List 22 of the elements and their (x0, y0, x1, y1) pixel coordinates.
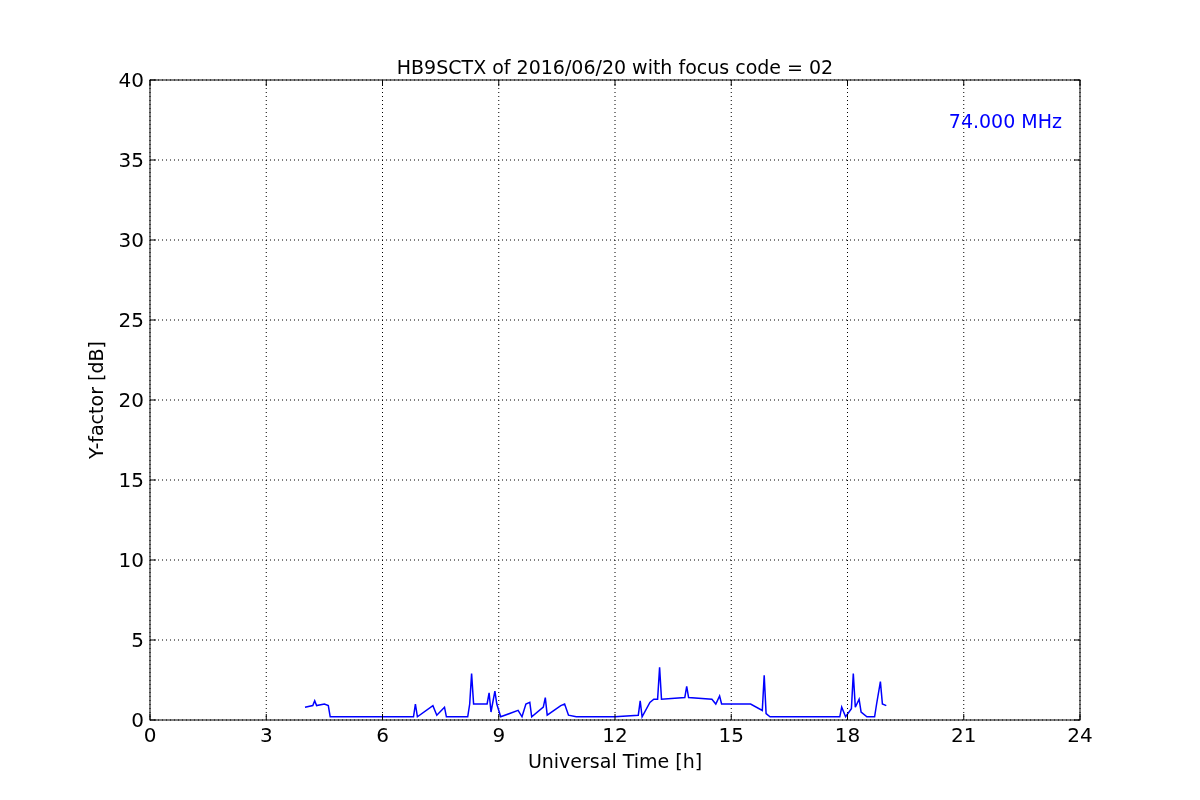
series-label: 74.000 MHz (948, 110, 1062, 132)
y-tick-label: 35 (118, 148, 144, 172)
x-tick-label: 0 (143, 723, 157, 747)
x-tick-label: 15 (718, 723, 744, 747)
x-tick-label: 9 (492, 723, 506, 747)
x-tick-label: 18 (834, 723, 861, 747)
y-tick-label: 30 (118, 228, 144, 252)
x-tick-label: 21 (951, 723, 977, 747)
x-axis-label: Universal Time [h] (527, 750, 703, 772)
x-tick-label: 24 (1067, 723, 1093, 747)
x-tick-label: 12 (602, 723, 628, 747)
y-tick-label: 40 (118, 68, 144, 92)
y-axis-label: Y-factor [dB] (85, 341, 107, 459)
chart-title: HB9SCTX of 2016/06/20 with focus code = 02 (396, 56, 834, 78)
x-tick-label: 6 (376, 723, 389, 747)
y-tick-label: 5 (131, 628, 144, 652)
y-tick-label: 10 (118, 548, 144, 572)
y-tick-label: 0 (131, 708, 144, 732)
y-tick-label: 15 (118, 468, 144, 492)
x-tick-label: 3 (259, 723, 273, 747)
y-tick-label: 25 (118, 308, 144, 332)
y-tick-label: 20 (118, 388, 144, 412)
